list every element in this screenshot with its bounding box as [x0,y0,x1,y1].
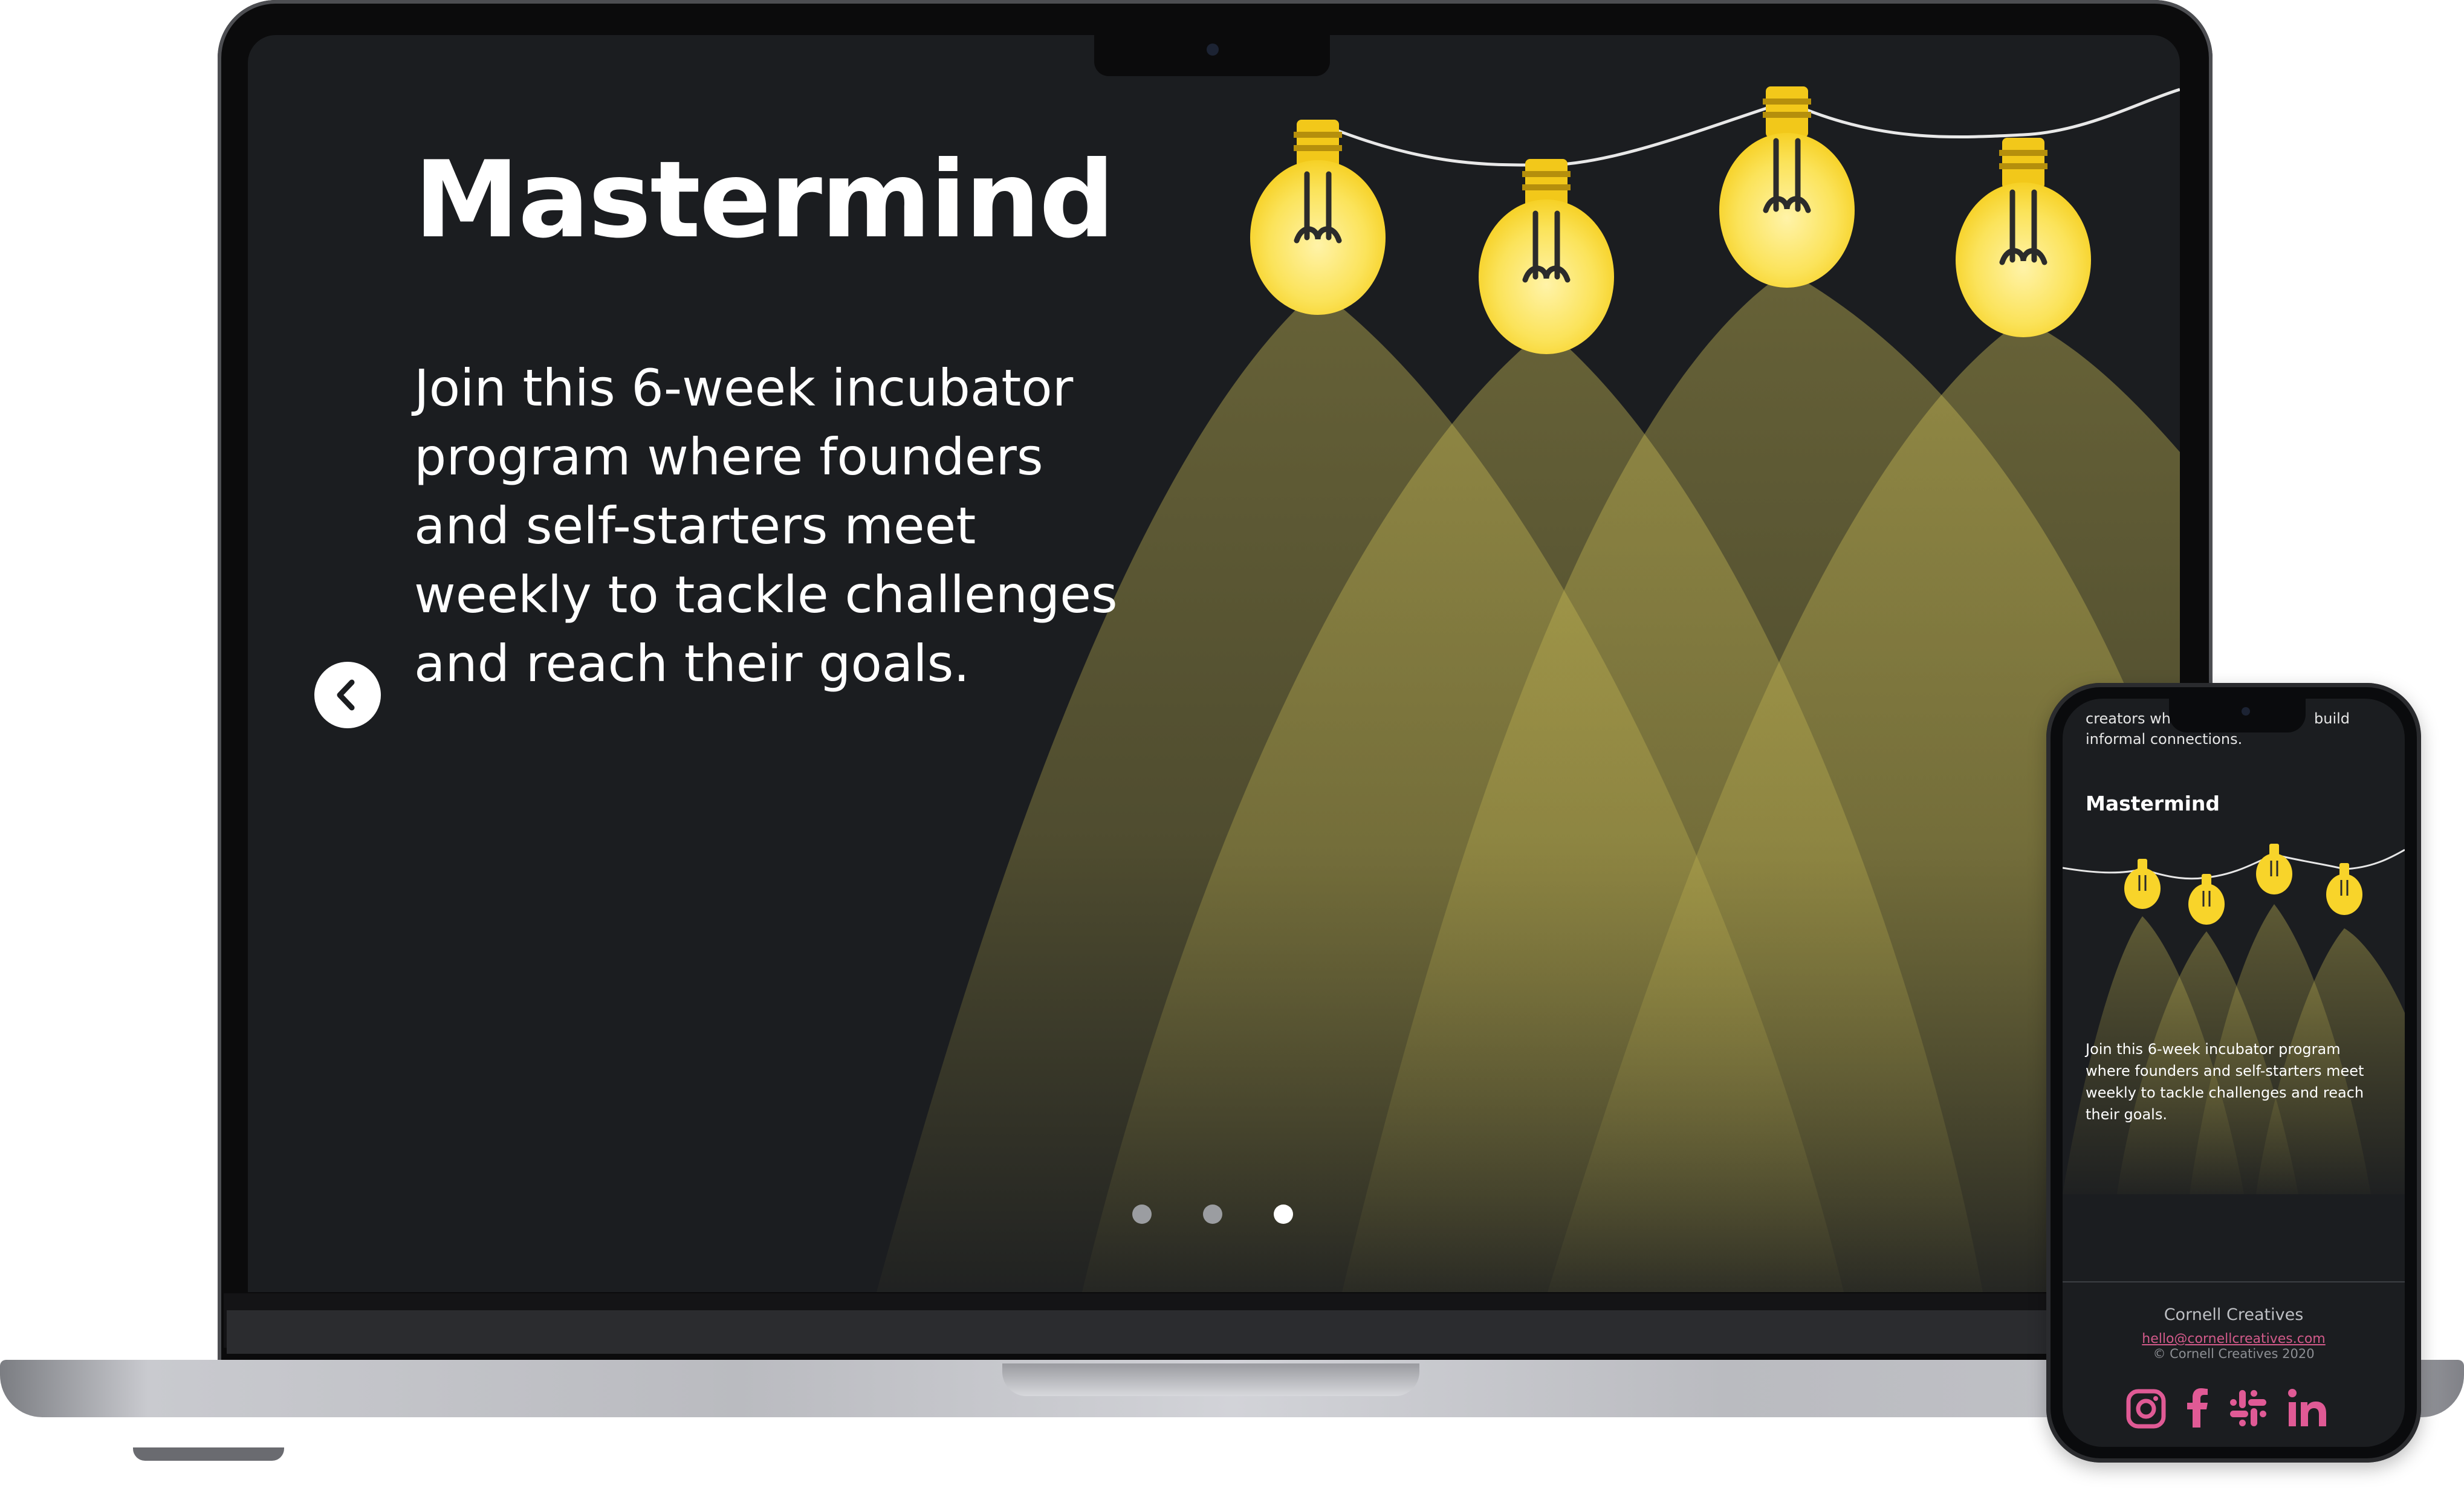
footer-brand: Cornell Creatives [2164,1305,2304,1324]
phone-notch [2169,699,2306,732]
laptop-foot [133,1447,284,1461]
previous-section-text-end: build [2314,710,2350,727]
linkedin-icon[interactable] [2286,1384,2329,1432]
slack-icon[interactable] [2227,1384,2269,1432]
phone-section-description: Join this 6-week incubator program where… [2086,1041,2364,1123]
previous-section-text: creators wh [2086,710,2171,727]
chevron-left-icon [337,679,355,711]
carousel-dot-2[interactable] [1203,1205,1222,1224]
laptop-hinge [227,1310,2213,1354]
laptop-notch [1094,35,1330,76]
phone-section-title: Mastermind [2086,792,2220,815]
camera-icon [1207,44,1219,56]
instagram-icon[interactable] [2125,1384,2167,1432]
footer-email-link[interactable]: hello@cornellcreatives.com [2063,1331,2405,1347]
facebook-icon[interactable] [2176,1384,2219,1432]
bulb-4 [1956,138,2091,337]
phone-camera-icon [2242,707,2250,716]
footer-copyright: © Cornell Creatives 2020 [2153,1347,2315,1361]
carousel-dot-3-active[interactable] [1274,1205,1293,1224]
slide-description: Join this 6-week incubator program where… [414,358,1118,693]
slide-title: Mastermind [414,139,1115,262]
laptop-lid-notch [1002,1363,1419,1396]
carousel-previous-button[interactable] [314,662,381,728]
bulb-1 [1250,120,1386,315]
footer-divider [2063,1281,2405,1282]
bulb-2 [1479,159,1614,354]
carousel-dot-1[interactable] [1132,1205,1152,1224]
